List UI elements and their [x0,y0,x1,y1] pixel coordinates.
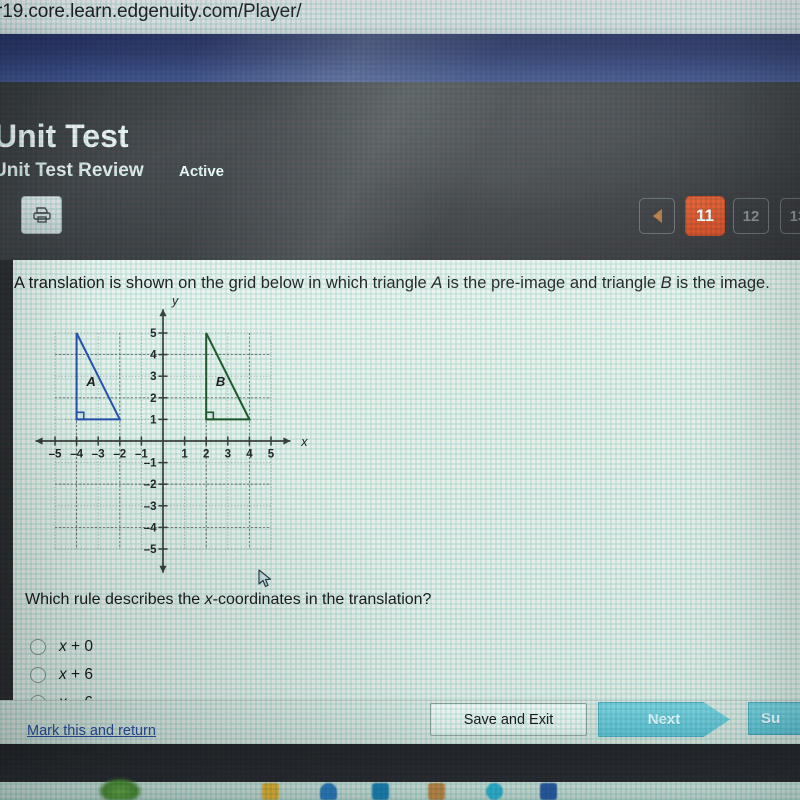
taskbar-icon-case[interactable] [372,783,389,800]
svg-text:–2: –2 [113,449,126,461]
caret-left-icon [652,209,662,223]
app-top-band [0,34,800,82]
mark-and-return-link[interactable]: Mark this and return [27,723,156,739]
desktop-dark-strip [0,744,800,782]
axes [35,309,291,573]
taskbar-icon-folder[interactable] [262,783,279,800]
pagination-prev-button[interactable] [639,198,675,234]
lesson-subtitle: Unit Test Review [0,160,144,181]
status-badge: Active [179,163,225,180]
screen-glare-overlay [0,34,800,82]
axis-name-labels: xy [171,296,308,449]
answer-option-1-label: x + 0 [59,638,93,656]
desktop-plant-blur [98,778,142,800]
answer-option-2[interactable]: x + 6 [30,666,93,684]
submit-button[interactable]: Su [748,702,800,735]
radio-button-icon[interactable] [30,667,46,683]
svg-text:1: 1 [150,414,157,426]
page-title: Unit Test [0,118,129,154]
browser-url-bar[interactable]: r19.core.learn.edgenuity.com/Player/ [0,0,800,35]
sub-question-prompt: Which rule describes the x-coordinates i… [25,591,431,609]
sub-prompt-x: x [204,591,213,608]
sub-prompt-seg-1: Which rule describes the [25,591,205,608]
prompt-seg-1: A translation is shown on the grid below… [14,274,432,292]
taskbar-icon-app[interactable] [540,783,557,800]
svg-text:–5: –5 [144,544,157,556]
prompt-seg-2: is the pre-image and triangle [442,274,661,292]
option-2-var: x [59,666,67,683]
next-button[interactable]: Next [598,702,730,737]
pagination-page-12[interactable]: 12 [733,198,769,234]
svg-text:3: 3 [150,371,156,383]
svg-text:4: 4 [246,449,253,461]
svg-text:1: 1 [181,449,188,461]
svg-text:–2: –2 [144,479,157,491]
pagination-page-13[interactable]: 13 [780,198,800,234]
svg-text:3: 3 [225,449,231,461]
svg-text:2: 2 [203,449,209,461]
answer-option-1[interactable]: x + 0 [30,638,93,656]
prompt-triangle-b: B [660,274,672,292]
svg-text:–3: –3 [144,501,157,513]
svg-text:A: A [85,374,95,389]
sub-prompt-seg-2: -coordinates in the translation? [212,591,432,608]
tick-labels: –5 –4 –3 –2 –1 1 2 3 4 554321–1–2–3–4–5 [49,328,275,556]
coordinate-plane-svg: –5 –4 –3 –2 –1 1 2 3 4 554321–1–2–3–4–5 AB xy [35,296,308,573]
coordinate-plane-figure: –5 –4 –3 –2 –1 1 2 3 4 5 5 4 3 2 1 –1 –2 –3 –4 –5 AB xy [12,296,312,588]
svg-text:B: B [216,374,225,389]
option-1-var: x [59,638,67,655]
svg-text:2: 2 [150,393,156,405]
url-text: r19.core.learn.edgenuity.com/Player/ [0,1,302,22]
print-button[interactable] [21,196,62,234]
svg-text:5: 5 [150,328,157,340]
taskbar-icon-photo[interactable] [428,783,445,800]
svg-text:–4: –4 [70,449,83,461]
svg-text:–4: –4 [144,522,157,534]
option-1-rest: + 0 [66,638,94,655]
option-2-rest: + 6 [66,666,94,683]
taskbar-icon-browser[interactable] [320,783,337,800]
svg-text:–1: –1 [144,458,157,470]
svg-text:–5: –5 [49,449,62,461]
answer-option-2-label: x + 6 [59,666,93,684]
svg-text:x: x [300,435,308,449]
pagination-current-page[interactable]: 11 [685,196,725,236]
svg-text:5: 5 [268,449,275,461]
svg-text:–3: –3 [92,449,105,461]
svg-text:y: y [171,296,179,308]
prompt-seg-3: is the image. [671,274,770,292]
save-and-exit-button[interactable]: Save and Exit [430,703,587,736]
question-prompt: A translation is shown on the grid below… [14,274,800,293]
radio-button-icon[interactable] [30,639,46,655]
svg-text:4: 4 [150,350,157,362]
prompt-triangle-a: A [431,274,443,292]
printer-icon [31,205,53,225]
taskbar-icon-circle[interactable] [486,783,503,800]
